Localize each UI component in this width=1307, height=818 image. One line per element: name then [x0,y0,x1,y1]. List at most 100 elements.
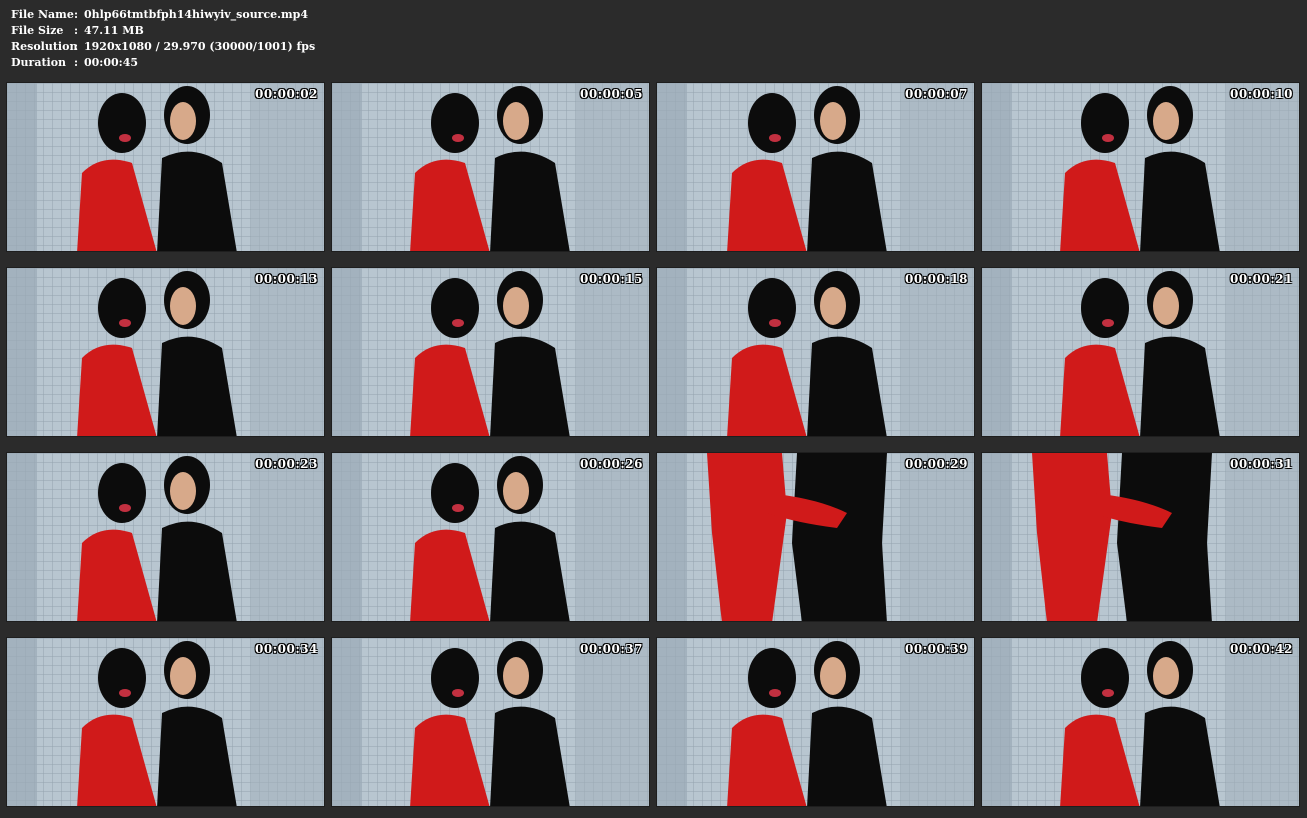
frame-image [7,638,324,806]
face-mask [170,472,196,510]
black-hood [98,463,146,523]
hood-mouth [119,504,131,512]
black-hood [431,463,479,523]
black-hood [431,278,479,338]
hood-mouth [769,689,781,697]
timestamp: 00:00:29 [905,457,968,471]
frame-image [982,268,1299,436]
black-figure [792,453,887,621]
frame-image [7,268,324,436]
face-mask [170,102,196,140]
timestamp: 00:00:18 [905,272,968,286]
hood-mouth [119,689,131,697]
info-separator: : [74,8,79,21]
hood-mouth [452,319,464,327]
black-hood [98,278,146,338]
frame-image [657,83,974,251]
face-mask [503,287,529,325]
hood-mouth [119,319,131,327]
thumbnail-frame[interactable]: 00:00:26 [331,452,650,622]
black-hood [98,93,146,153]
thumbnail-frame[interactable]: 00:00:39 [656,637,975,807]
face-mask [1153,287,1179,325]
info-label: Duration [11,56,67,69]
info-separator: : [74,40,79,53]
thumbnail-frame[interactable]: 00:00:37 [331,637,650,807]
frame-image [332,83,649,251]
black-hood [1081,648,1129,708]
hood-mouth [769,319,781,327]
timestamp: 00:00:37 [580,642,643,656]
black-hood [748,648,796,708]
hood-mouth [1102,134,1114,142]
info-value: 47.11 MB [84,24,144,37]
timestamp: 00:00:02 [255,87,318,101]
face-mask [503,102,529,140]
face-mask [1153,102,1179,140]
thumbnail-frame[interactable]: 00:00:02 [6,82,325,252]
file-info: File Name : 0hlp66tmtbfph14hiwyiv_source… [11,7,315,71]
thumbnail-frame[interactable]: 00:00:34 [6,637,325,807]
timestamp: 00:00:13 [255,272,318,286]
timestamp: 00:00:42 [1230,642,1293,656]
thumbnail-frame[interactable]: 00:00:15 [331,267,650,437]
frame-image [7,83,324,251]
frame-image [332,453,649,621]
frame-image [332,638,649,806]
thumbnail-frame[interactable]: 00:00:05 [331,82,650,252]
frame-image [982,453,1299,621]
black-hood [98,648,146,708]
info-label: Resolution [11,40,78,53]
thumbnail-frame[interactable]: 00:00:21 [981,267,1300,437]
thumbnail-frame[interactable]: 00:00:13 [6,267,325,437]
thumbnail-frame[interactable]: 00:00:23 [6,452,325,622]
face-mask [170,657,196,695]
frame-image [7,453,324,621]
info-separator: : [74,24,79,37]
black-hood [1081,93,1129,153]
timestamp: 00:00:10 [1230,87,1293,101]
info-value: 00:00:45 [84,56,139,69]
hood-mouth [452,504,464,512]
face-mask [170,287,196,325]
info-value: 1920x1080 / 29.970 (30000/1001) fps [84,40,316,53]
black-hood [1081,278,1129,338]
info-label: File Size [11,24,64,37]
hood-mouth [769,134,781,142]
timestamp: 00:00:23 [255,457,318,471]
timestamp: 00:00:26 [580,457,643,471]
info-row-file-name: File Name : 0hlp66tmtbfph14hiwyiv_source… [11,7,315,23]
frame-image [332,268,649,436]
face-mask [820,102,846,140]
info-row-duration: Duration : 00:00:45 [11,55,315,71]
thumbnail-frame[interactable]: 00:00:10 [981,82,1300,252]
thumbnail-frame[interactable]: 00:00:29 [656,452,975,622]
black-hood [748,93,796,153]
thumbnail-frame[interactable]: 00:00:18 [656,267,975,437]
face-mask [1153,657,1179,695]
timestamp: 00:00:31 [1230,457,1293,471]
hood-mouth [452,134,464,142]
frame-image [657,638,974,806]
face-mask [503,472,529,510]
timestamp: 00:00:34 [255,642,318,656]
info-value: 0hlp66tmtbfph14hiwyiv_source.mp4 [84,8,308,21]
black-hood [431,93,479,153]
timestamp: 00:00:07 [905,87,968,101]
face-mask [503,657,529,695]
frame-image [657,268,974,436]
black-hood [431,648,479,708]
frame-image [657,453,974,621]
black-hood [748,278,796,338]
timestamp: 00:00:39 [905,642,968,656]
info-label: File Name [11,8,74,21]
hood-mouth [119,134,131,142]
timestamp: 00:00:15 [580,272,643,286]
hood-mouth [452,689,464,697]
hood-mouth [1102,689,1114,697]
thumbnail-frame[interactable]: 00:00:07 [656,82,975,252]
black-figure [1117,453,1212,621]
thumbnail-frame[interactable]: 00:00:31 [981,452,1300,622]
timestamp: 00:00:21 [1230,272,1293,286]
thumbnail-frame[interactable]: 00:00:42 [981,637,1300,807]
